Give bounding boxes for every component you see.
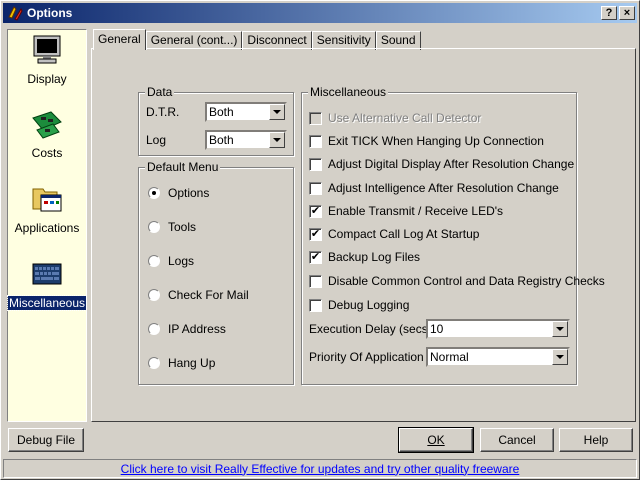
menu-option-options[interactable]: Options — [148, 186, 209, 200]
sidebar-item-miscellaneous[interactable]: Miscellaneous — [6, 258, 88, 311]
log-select[interactable]: Both — [205, 130, 287, 150]
tab-panel-general: Data D.T.R. Both Log Both Default Menu O… — [91, 48, 636, 422]
check-label: Enable Transmit / Receive LED's — [328, 204, 504, 218]
data-group: Data D.T.R. Both Log Both — [138, 85, 294, 156]
title-bar[interactable]: Options ? × — [3, 3, 637, 23]
execution-delay-label: Execution Delay (secs) — [309, 322, 432, 336]
check-label: Adjust Intelligence After Resolution Cha… — [328, 181, 559, 195]
radio-label: Options — [168, 186, 210, 200]
window-title: Options — [27, 6, 73, 20]
monitor-icon — [30, 34, 64, 66]
debug-file-button[interactable]: Debug File — [8, 428, 84, 452]
check-label: Debug Logging — [328, 298, 410, 312]
radio-label: Check For Mail — [168, 288, 249, 302]
sidebar-item-costs[interactable]: Costs — [8, 108, 86, 160]
sidebar-item-label: Miscellaneous — [6, 295, 88, 311]
status-bar: Click here to visit Really Effective for… — [3, 459, 637, 478]
chevron-down-icon[interactable] — [269, 104, 285, 120]
check-disable-registry-checks[interactable]: Disable Common Control and Data Registry… — [309, 274, 605, 288]
cancel-button[interactable]: Cancel — [480, 428, 554, 452]
radio-label: Logs — [168, 254, 195, 268]
radio-button[interactable] — [148, 187, 160, 199]
radio-button[interactable] — [148, 221, 160, 233]
radio-label: Hang Up — [168, 356, 216, 370]
chevron-down-icon[interactable] — [269, 132, 285, 148]
help-title-button[interactable]: ? — [601, 6, 617, 20]
menu-option-logs[interactable]: Logs — [148, 254, 194, 268]
checkbox[interactable] — [309, 274, 322, 288]
dtr-value: Both — [209, 105, 234, 119]
freeware-link[interactable]: Click here to visit Really Effective for… — [121, 462, 520, 476]
radio-label: Tools — [168, 220, 197, 234]
default-menu-title: Default Menu — [145, 160, 221, 174]
chevron-down-icon[interactable] — [552, 321, 568, 337]
radio-button[interactable] — [148, 323, 160, 335]
priority-label: Priority Of Application — [309, 350, 424, 364]
menu-option-check-for-mail[interactable]: Check For Mail — [148, 288, 249, 302]
ok-label: OK — [427, 433, 445, 447]
menu-option-hang-up[interactable]: Hang Up — [148, 356, 215, 370]
app-icon — [8, 6, 23, 21]
sidebar-item-label: Applications — [14, 221, 80, 235]
check-enable-leds[interactable]: ✔ Enable Transmit / Receive LED's — [309, 204, 503, 218]
check-compact-call-log[interactable]: ✔ Compact Call Log At Startup — [309, 227, 479, 241]
check-label: Disable Common Control and Data Registry… — [328, 274, 605, 288]
cancel-label: Cancel — [498, 433, 536, 447]
folder-icon — [30, 183, 64, 215]
check-adjust-intelligence[interactable]: Adjust Intelligence After Resolution Cha… — [309, 181, 559, 195]
radio-button[interactable] — [148, 289, 160, 301]
priority-select[interactable]: Normal — [426, 347, 570, 367]
tab-strip: General General (cont...) Disconnect Sen… — [93, 29, 421, 50]
debug-file-label: Debug File — [16, 433, 76, 447]
default-menu-group: Default Menu Options Tools Logs Check Fo… — [138, 160, 294, 385]
execution-delay-select[interactable]: 10 — [426, 319, 570, 339]
execution-delay-value: 10 — [430, 322, 444, 336]
check-label: Backup Log Files — [328, 250, 421, 264]
miscellaneous-title: Miscellaneous — [308, 85, 389, 99]
help-label: Help — [583, 433, 609, 447]
sidebar-item-label: Display — [27, 72, 67, 86]
log-label: Log — [146, 133, 167, 147]
radio-label: IP Address — [168, 322, 226, 336]
radio-button[interactable] — [148, 255, 160, 267]
sidebar-item-label: Costs — [31, 146, 63, 160]
ok-button[interactable]: OK — [398, 427, 474, 453]
check-debug-logging[interactable]: Debug Logging — [309, 298, 409, 312]
sidebar-item-applications[interactable]: Applications — [8, 183, 86, 235]
data-group-title: Data — [145, 85, 175, 99]
checkmark-icon[interactable]: ✔ — [309, 204, 322, 218]
check-adjust-digital-display[interactable]: Adjust Digital Display After Resolution … — [309, 157, 574, 171]
log-value: Both — [209, 133, 234, 147]
sidebar-item-display[interactable]: Display — [8, 34, 86, 86]
circuit-board-icon — [30, 108, 64, 140]
miscellaneous-group: Miscellaneous Use Alternative Call Detec… — [301, 85, 605, 385]
options-window: Options ? × Display Costs Applications M… — [0, 0, 640, 480]
priority-value: Normal — [430, 350, 469, 364]
sidebar: Display Costs Applications Miscellaneous — [6, 29, 88, 422]
tab-general[interactable]: General — [93, 29, 146, 50]
checkbox — [309, 111, 322, 125]
checkbox[interactable] — [309, 298, 322, 312]
check-label: Use Alternative Call Detector — [328, 111, 482, 125]
checkmark-icon[interactable]: ✔ — [309, 250, 322, 264]
checkbox[interactable] — [309, 134, 322, 148]
menu-option-ip-address[interactable]: IP Address — [148, 322, 226, 336]
chevron-down-icon[interactable] — [552, 349, 568, 365]
check-label: Compact Call Log At Startup — [328, 227, 480, 241]
check-label: Exit TICK When Hanging Up Connection — [328, 134, 544, 148]
checkbox[interactable] — [309, 157, 322, 171]
dtr-select[interactable]: Both — [205, 102, 287, 122]
menu-option-tools[interactable]: Tools — [148, 220, 196, 234]
check-exit-tick[interactable]: Exit TICK When Hanging Up Connection — [309, 134, 544, 148]
keyboard-icon — [30, 258, 64, 290]
check-label: Adjust Digital Display After Resolution … — [328, 157, 575, 171]
close-title-button[interactable]: × — [619, 6, 635, 20]
radio-button[interactable] — [148, 357, 160, 369]
check-backup-log-files[interactable]: ✔ Backup Log Files — [309, 250, 420, 264]
checkmark-icon[interactable]: ✔ — [309, 227, 322, 241]
checkbox[interactable] — [309, 181, 322, 195]
check-alternative-call-detector: Use Alternative Call Detector — [309, 111, 481, 125]
dtr-label: D.T.R. — [146, 105, 180, 119]
help-button[interactable]: Help — [559, 428, 633, 452]
